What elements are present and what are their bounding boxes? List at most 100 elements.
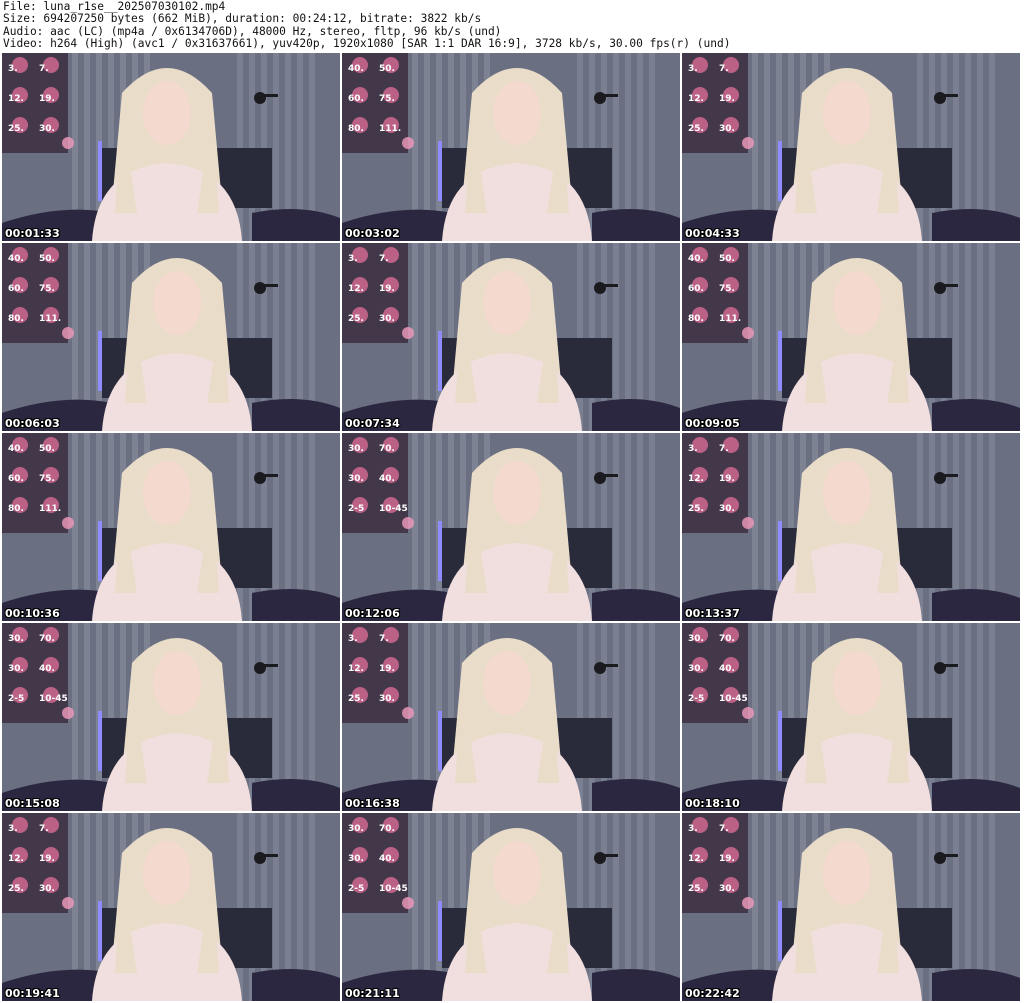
led-strip	[438, 711, 442, 771]
thumbnail-frame-image: 40. 50. 60. 75. 80. 111.	[682, 243, 1020, 431]
bedding	[592, 589, 680, 621]
tip-menu-value: 12.	[688, 854, 704, 864]
video-thumbnail[interactable]: 40. 50. 60. 75. 80. 111. 00:09:05	[682, 243, 1020, 431]
tip-menu-value: 30.	[348, 474, 364, 484]
flower-icon	[62, 517, 74, 529]
led-strip	[98, 901, 102, 961]
tip-menu-value: 25.	[8, 124, 24, 134]
wall-lamp-arm	[264, 284, 278, 287]
thumbnail-timestamp: 00:12:06	[345, 607, 400, 620]
tip-menu-value: 70.	[379, 444, 395, 454]
tip-menu-value: 75.	[39, 284, 55, 294]
tip-menu-value: 75.	[719, 284, 735, 294]
video-thumbnail[interactable]: 40. 50. 60. 75. 80. 111. 00:06:03	[2, 243, 340, 431]
wall-lamp-arm	[604, 664, 618, 667]
tip-menu-value: 10-45	[379, 504, 408, 514]
tip-menu-value: 75.	[39, 474, 55, 484]
video-thumbnail[interactable]: 3. 7. 12. 19. 25. 30. 00:16:38	[342, 623, 680, 811]
wall-lamp	[594, 472, 606, 484]
thumbnail-frame-image: 30. 70. 30. 40. 2-5 10-45	[342, 433, 680, 621]
face	[143, 81, 191, 145]
video-thumbnail[interactable]: 40. 50. 60. 75. 80. 111. 00:03:02	[342, 53, 680, 241]
tip-menu-value: 30.	[688, 664, 704, 674]
wall-lamp-arm	[944, 474, 958, 477]
tip-menu-value: 50.	[39, 444, 55, 454]
thumbnail-frame-image: 40. 50. 60. 75. 80. 111.	[2, 243, 340, 431]
led-strip	[778, 901, 782, 961]
face	[833, 271, 881, 335]
video-thumbnail[interactable]: 40. 50. 60. 75. 80. 111. 00:10:36	[2, 433, 340, 621]
video-thumbnail[interactable]: 3. 7. 12. 19. 25. 30. 00:13:37	[682, 433, 1020, 621]
tip-menu-value: 60.	[8, 474, 24, 484]
tip-menu-value: 25.	[8, 884, 24, 894]
tip-menu-value: 30.	[39, 884, 55, 894]
flower-icon	[742, 517, 754, 529]
tip-menu-value: 7.	[379, 634, 389, 644]
video-thumbnail[interactable]: 3. 7. 12. 19. 25. 30. 00:07:34	[342, 243, 680, 431]
tip-menu-value: 7.	[719, 64, 729, 74]
face	[833, 651, 881, 715]
face	[493, 841, 541, 905]
wall-lamp	[594, 92, 606, 104]
flower-icon	[402, 137, 414, 149]
thumbnail-frame-image: 30. 70. 30. 40. 2-5 10-45	[682, 623, 1020, 811]
thumbnail-timestamp: 00:04:33	[685, 227, 740, 240]
tip-menu-value: 40.	[8, 444, 24, 454]
bedding	[592, 969, 680, 1001]
tip-menu-value: 19.	[719, 474, 735, 484]
tip-menu-value: 50.	[379, 64, 395, 74]
tip-menu-value: 3.	[688, 824, 698, 834]
audio-stream-line: Audio: aac (LC) (mp4a / 0x6134706D), 480…	[3, 25, 502, 38]
wall-lamp	[934, 92, 946, 104]
video-thumbnail[interactable]: 3. 7. 12. 19. 25. 30. 00:04:33	[682, 53, 1020, 241]
tip-menu-value: 30.	[348, 854, 364, 864]
face	[493, 461, 541, 525]
flower-icon	[402, 327, 414, 339]
face	[153, 271, 201, 335]
tip-menu-value: 30.	[379, 694, 395, 704]
thumbnail-timestamp: 00:13:37	[685, 607, 740, 620]
face	[823, 461, 871, 525]
thumbnail-frame-image: 40. 50. 60. 75. 80. 111.	[342, 53, 680, 241]
tip-menu-value: 25.	[348, 694, 364, 704]
curtain-fold	[917, 813, 923, 1001]
tip-menu-value: 70.	[379, 824, 395, 834]
bedding	[932, 399, 1020, 431]
thumbnail-timestamp: 00:01:33	[5, 227, 60, 240]
tip-menu-value: 60.	[8, 284, 24, 294]
video-thumbnail[interactable]: 3. 7. 12. 19. 25. 30. 00:01:33	[2, 53, 340, 241]
video-thumbnail[interactable]: 30. 70. 30. 40. 2-5 10-45 00:12:06	[342, 433, 680, 621]
thumbnail-timestamp: 00:19:41	[5, 987, 60, 1000]
tip-menu-value: 7.	[39, 64, 49, 74]
face	[143, 461, 191, 525]
thumbnail-timestamp: 00:09:05	[685, 417, 740, 430]
curtain-fold	[577, 243, 583, 431]
video-thumbnail[interactable]: 30. 70. 30. 40. 2-5 10-45 00:15:08	[2, 623, 340, 811]
tip-menu-value: 30.	[719, 504, 735, 514]
video-thumbnail[interactable]: 3. 7. 12. 19. 25. 30. 00:19:41	[2, 813, 340, 1001]
thumbnail-frame-image: 3. 7. 12. 19. 25. 30.	[2, 813, 340, 1001]
tip-menu-value: 50.	[39, 254, 55, 264]
video-thumbnail[interactable]: 3. 7. 12. 19. 25. 30. 00:22:42	[682, 813, 1020, 1001]
flower-icon	[62, 897, 74, 909]
wall-lamp	[254, 92, 266, 104]
thumbnail-frame-image: 3. 7. 12. 19. 25. 30.	[342, 623, 680, 811]
thumbnail-timestamp: 00:22:42	[685, 987, 740, 1000]
tip-menu-value: 80.	[8, 314, 24, 324]
tip-menu-value: 19.	[379, 284, 395, 294]
wall-lamp	[934, 282, 946, 294]
led-strip	[778, 141, 782, 201]
video-thumbnail[interactable]: 30. 70. 30. 40. 2-5 10-45 00:18:10	[682, 623, 1020, 811]
curtain-fold	[237, 53, 243, 241]
tip-menu-value: 3.	[688, 444, 698, 454]
tip-menu-value: 25.	[688, 504, 704, 514]
thumbnail-frame-image: 40. 50. 60. 75. 80. 111.	[2, 433, 340, 621]
tip-menu-value: 75.	[379, 94, 395, 104]
tip-menu-value: 2-5	[348, 884, 364, 894]
wall-lamp-arm	[264, 94, 278, 97]
tip-menu-value: 30.	[39, 124, 55, 134]
bedding	[592, 399, 680, 431]
video-thumbnail[interactable]: 30. 70. 30. 40. 2-5 10-45 00:21:11	[342, 813, 680, 1001]
wall-lamp-arm	[264, 474, 278, 477]
tip-menu-value: 12.	[688, 94, 704, 104]
